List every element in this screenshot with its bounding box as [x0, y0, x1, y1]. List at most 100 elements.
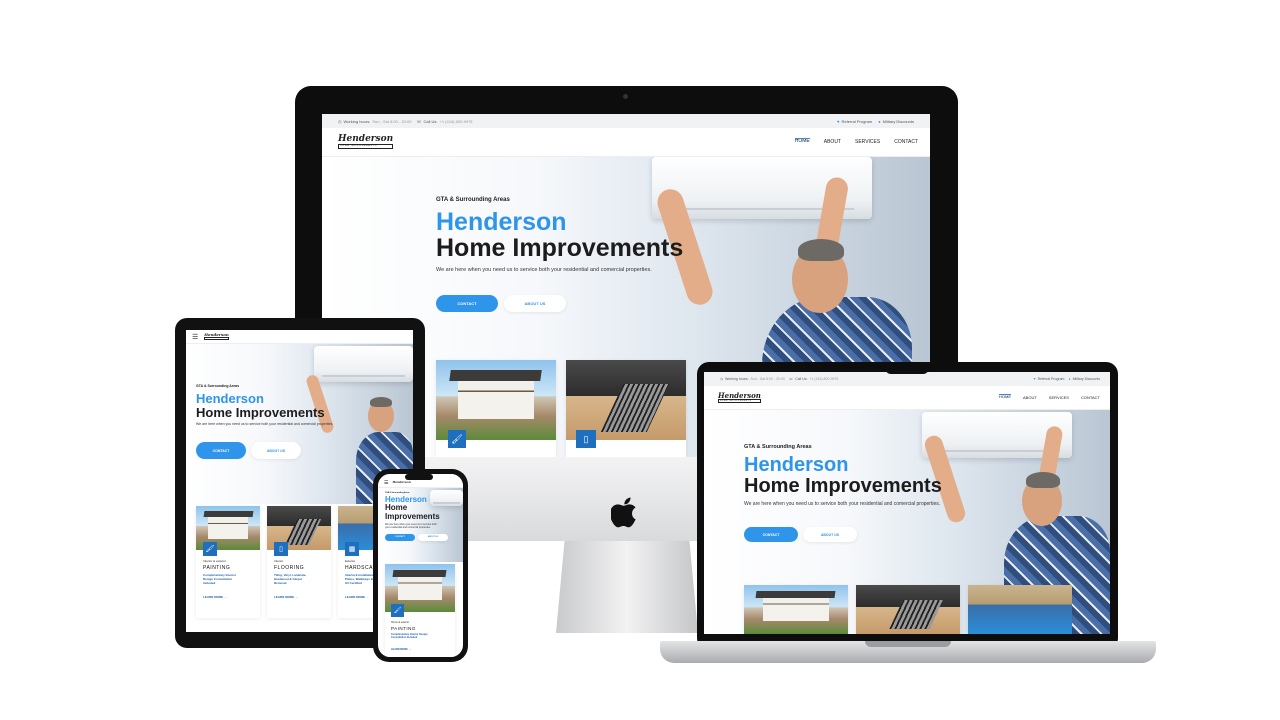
- service-cards: 🖌 Interior & exterior PAINTING Complimen…: [196, 506, 402, 618]
- floor-photo: [856, 585, 960, 634]
- logo-subtitle: HOME IMPROVEMENTS: [718, 399, 761, 403]
- about-us-button[interactable]: ABOUT US: [251, 442, 301, 460]
- card-title: PAINTING: [203, 565, 231, 571]
- service-card-painting[interactable]: 🖌 Home & exterior PAINTING Complimentary…: [385, 564, 455, 657]
- clock-icon: ◷: [720, 377, 724, 381]
- nav-about[interactable]: ABOUT: [824, 139, 841, 145]
- contact-button[interactable]: CONTACT: [196, 442, 246, 460]
- service-card-painting[interactable]: [744, 585, 848, 634]
- hero-tagline: We are here when you need us to service …: [385, 523, 437, 530]
- card-title: PAINTING: [391, 626, 416, 631]
- service-card-painting[interactable]: 🖌 Interior & exterior PAINTING Complimen…: [196, 506, 260, 618]
- laptop-notch: [885, 362, 929, 374]
- service-card-hardscaping[interactable]: [968, 585, 1072, 634]
- call-us-label: Call Us:: [423, 118, 438, 124]
- hero-title-blue: Henderson: [436, 208, 567, 236]
- contact-button[interactable]: CONTACT: [436, 294, 498, 312]
- top-info-bar: ◷ Working hours: Sun - Sat 8:00 - 20:00 …: [704, 372, 1110, 386]
- door-icon: ▯: [576, 430, 596, 448]
- hero-title-dark: Home Improvements: [744, 475, 942, 497]
- hero-text: GTA & Surrounding Areas Henderson Home I…: [385, 492, 448, 541]
- card-category: Interior: [274, 559, 284, 563]
- imac-stand: [556, 541, 698, 633]
- phone-icon: ☏: [788, 377, 794, 381]
- grid-icon: ▦: [345, 542, 359, 556]
- card-features: Tiling, Vinyl, Laminate, Hardwood & Carp…: [274, 573, 325, 586]
- hero-tagline: We are here when you need us to service …: [436, 266, 652, 273]
- nav-services[interactable]: SERVICES: [1049, 395, 1069, 400]
- laptop-screen: ◷ Working hours: Sun - Sat 8:00 - 20:00 …: [704, 372, 1110, 634]
- paint-roller-icon: 🖌: [448, 430, 466, 448]
- card-features: Complimentary Interior Design Consultati…: [203, 573, 254, 586]
- heart-icon: ♥: [1033, 377, 1036, 381]
- site-logo[interactable]: Henderson HOME IMPROVEMENTS: [718, 392, 761, 403]
- laptop-base: [660, 641, 1156, 663]
- service-card-flooring[interactable]: [856, 585, 960, 634]
- phone-icon: ☏: [416, 118, 422, 124]
- card-feature: Consultation Included: [391, 636, 418, 640]
- apple-logo-icon: [611, 497, 636, 528]
- nav-home[interactable]: HOME: [794, 138, 810, 146]
- card-category: Interior & exterior: [203, 559, 227, 563]
- learn-more-link[interactable]: LEARN MORE →: [274, 595, 325, 599]
- phone-screen: ☰ Henderson GTA & Surrounding Areas Hend…: [378, 474, 463, 657]
- about-us-button[interactable]: ABOUT US: [504, 294, 566, 312]
- military-discounts-link[interactable]: Military Discounts: [1073, 377, 1100, 381]
- contact-button[interactable]: CONTACT: [744, 527, 798, 542]
- main-navbar: Henderson HOME IMPROVEMENTS HOME ABOUT S…: [704, 386, 1110, 410]
- paint-roller-icon: 🖌: [203, 542, 217, 556]
- site-logo[interactable]: Henderson HOME IMPROVEMENTS: [204, 332, 229, 341]
- logo-subtitle: HOME IMPROVEMENTS: [204, 336, 229, 341]
- hero-title-blue: Henderson: [196, 391, 264, 406]
- service-card-painting[interactable]: 🖌: [436, 360, 556, 457]
- menu-icon[interactable]: ☰: [192, 333, 198, 341]
- nav-about[interactable]: ABOUT: [1023, 395, 1037, 400]
- hero-title-dark: Home Improvements: [436, 234, 684, 263]
- military-discounts-link[interactable]: Military Discounts: [883, 119, 914, 124]
- referral-program-link[interactable]: Referral Program: [1038, 377, 1065, 381]
- hero-tagline: We are here when you need us to service …: [744, 501, 941, 507]
- shield-icon: ●: [878, 118, 881, 124]
- hero-title-dark-line2: Improvements: [385, 511, 440, 521]
- menu-icon[interactable]: ☰: [384, 480, 388, 486]
- logo-wordmark: Henderson: [338, 134, 394, 145]
- referral-program-link[interactable]: Referral Program: [842, 119, 873, 124]
- learn-more-link[interactable]: LEARN MORE →: [391, 648, 450, 651]
- working-hours-label: Working hours:: [343, 118, 371, 124]
- contact-button[interactable]: CONTACT: [385, 533, 415, 541]
- call-us-value[interactable]: +1 (416) 800-9975: [440, 119, 473, 124]
- tablet-navbar: ☰ Henderson HOME IMPROVEMENTS: [186, 330, 413, 344]
- about-us-button[interactable]: ABOUT US: [418, 533, 448, 541]
- phone-dynamic-island: [405, 474, 433, 480]
- nav-contact[interactable]: CONTACT: [1081, 395, 1100, 400]
- nav-home[interactable]: HOME: [999, 394, 1012, 401]
- nav-contact[interactable]: CONTACT: [894, 139, 918, 145]
- paint-roller-icon: 🖌: [391, 604, 404, 617]
- nav-services[interactable]: SERVICES: [855, 139, 880, 145]
- imac-camera: [623, 94, 628, 99]
- device-mockup-stage: ◷ Working hours: Sun - Sat 8:00 - 20:00 …: [0, 0, 1280, 720]
- card-feature: Removal: [274, 580, 287, 585]
- hero-tagline: We are here when you need us to service …: [196, 422, 334, 427]
- service-card-flooring[interactable]: ▯ Interior FLOORING Tiling, Vinyl, Lamin…: [267, 506, 331, 618]
- call-us-value[interactable]: +1 (416) 800-9975: [809, 377, 838, 381]
- floor-photo: [566, 360, 686, 440]
- hero-section: GTA & Surrounding Areas Henderson Home I…: [378, 488, 463, 562]
- site-logo[interactable]: Henderson: [392, 481, 410, 484]
- hero-text: GTA & Surrounding Areas Henderson Home I…: [436, 197, 683, 312]
- service-card-flooring[interactable]: ▯: [566, 360, 686, 457]
- clock-icon: ◷: [338, 118, 342, 124]
- service-cards: 🖌 ▯: [436, 360, 686, 457]
- main-navbar: Henderson HOME IMPROVEMENTS HOME ABOUT S…: [322, 128, 930, 157]
- working-hours-value: Sun - Sat 8:00 - 20:00: [372, 118, 412, 124]
- working-hours-label: Working hours:: [725, 377, 749, 381]
- learn-more-link[interactable]: LEARN MORE →: [203, 595, 254, 599]
- pool-photo: [968, 585, 1072, 634]
- site-logo[interactable]: Henderson HOME IMPROVEMENTS: [338, 134, 394, 149]
- house-photo: [744, 585, 848, 634]
- logo-wordmark: Henderson: [718, 391, 761, 400]
- hero-text: GTA & Surrounding Areas Henderson Home I…: [744, 444, 942, 542]
- about-us-button[interactable]: ABOUT US: [803, 527, 857, 542]
- card-feature: Included: [203, 580, 216, 585]
- working-hours-value: Sun - Sat 8:00 - 20:00: [750, 377, 785, 381]
